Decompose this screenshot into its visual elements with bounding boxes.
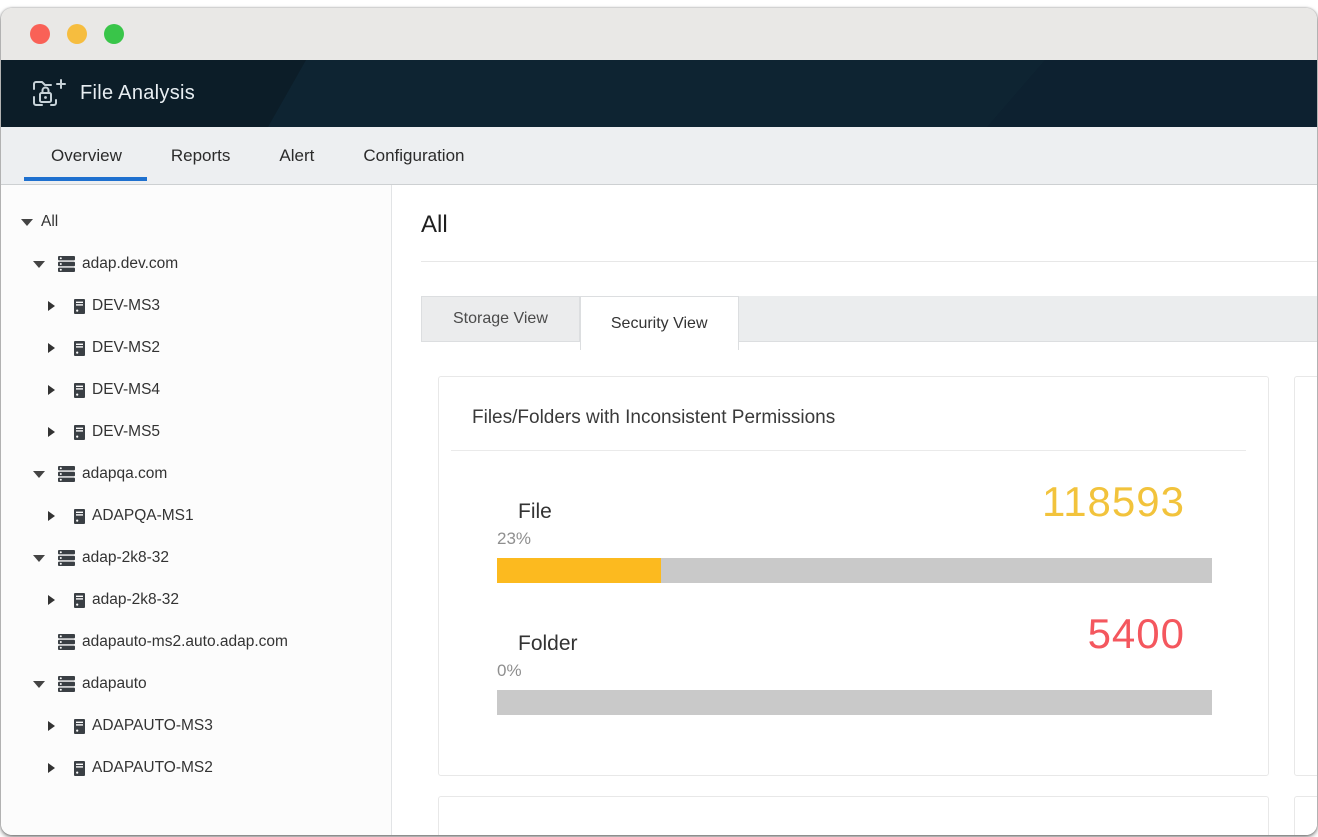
tree-item-label: ADAPQA-MS1 [92, 507, 194, 525]
window-minimize-button[interactable] [67, 24, 87, 44]
tree-item-label: adap-2k8-32 [82, 549, 169, 567]
inconsistent-permissions-card: Files/Folders with Inconsistent Permissi… [438, 376, 1269, 776]
server-icon [74, 341, 85, 356]
tree-item-adap-2k8-32[interactable]: adap-2k8-32 [1, 537, 391, 579]
tree-item-dev-ms5[interactable]: DEV-MS5 [1, 411, 391, 453]
bottom-card-clipped [438, 796, 1269, 835]
adjacent-card-clipped [1294, 376, 1317, 776]
caret-right-icon[interactable] [48, 427, 61, 437]
caret-right-icon[interactable] [48, 763, 61, 773]
domain-icon [58, 634, 75, 650]
domain-icon [58, 256, 75, 272]
server-icon [74, 383, 85, 398]
metric-percent-label: 0% [497, 661, 1212, 681]
caret-down-icon[interactable] [33, 555, 46, 562]
window-close-button[interactable] [30, 24, 50, 44]
caret-right-icon[interactable] [48, 301, 61, 311]
caret-down-icon[interactable] [33, 681, 46, 688]
tree-item-all[interactable]: All [1, 201, 391, 243]
server-icon [74, 719, 85, 734]
metrics-list: File 118593 23% Folder 5400 0% [439, 481, 1268, 715]
tree-item-label: ADAPAUTO-MS3 [92, 717, 213, 735]
tree-item-label: adapauto [82, 675, 147, 693]
server-icon [74, 593, 85, 608]
metric-value: 118593 [1042, 481, 1185, 523]
tree-item-label: adapqa.com [82, 465, 167, 483]
domain-icon [58, 676, 75, 692]
metric-folder: Folder 5400 0% [439, 613, 1268, 715]
tree-item-label: All [41, 213, 58, 231]
tree-item-label: DEV-MS2 [92, 339, 160, 357]
window-maximize-button[interactable] [104, 24, 124, 44]
nav-item-alert[interactable]: Alert [279, 127, 314, 184]
card-title: Files/Folders with Inconsistent Permissi… [472, 407, 1246, 428]
tree-item-adapauto-ms2.auto.adap.com[interactable]: adapauto-ms2.auto.adap.com [1, 621, 391, 663]
tree-item-adapauto-ms2[interactable]: ADAPAUTO-MS2 [1, 747, 391, 789]
tree-item-dev-ms3[interactable]: DEV-MS3 [1, 285, 391, 327]
metric-value: 5400 [1088, 613, 1185, 655]
main-content: All Storage ViewSecurity View Files/Fold… [392, 185, 1317, 835]
metric-percent-label: 23% [497, 529, 1212, 549]
caret-down-icon[interactable] [21, 219, 34, 226]
caret-right-icon[interactable] [48, 721, 61, 731]
tabstrip-filler [739, 296, 1317, 342]
tab-security-view[interactable]: Security View [580, 296, 739, 350]
tree-item-label: adap-2k8-32 [92, 591, 179, 609]
caret-right-icon[interactable] [48, 595, 61, 605]
server-icon [74, 425, 85, 440]
screen: File Analysis Overview Reports Alert Config… [0, 0, 1318, 837]
metric-progress-bar [497, 690, 1212, 715]
tree-item-adap-2k8-32[interactable]: adap-2k8-32 [1, 579, 391, 621]
sidebar-tree-panel: All adap.dev.com DEV-MS3 DEV-MS2 DEV-MS4 DEV-… [1, 185, 392, 835]
resource-tree: All adap.dev.com DEV-MS3 DEV-MS2 DEV-MS4 DEV-… [1, 185, 391, 789]
metric-progress-bar [497, 558, 1212, 583]
server-icon [74, 761, 85, 776]
domain-icon [58, 550, 75, 566]
app-window: File Analysis Overview Reports Alert Config… [1, 8, 1317, 835]
metric-label: File [518, 500, 552, 523]
caret-right-icon[interactable] [48, 385, 61, 395]
tree-item-label: DEV-MS3 [92, 297, 160, 315]
nav-item-configuration[interactable]: Configuration [363, 127, 464, 184]
metric-label: Folder [518, 632, 578, 655]
app-title: File Analysis [80, 82, 195, 105]
tree-item-adapqa.com[interactable]: adapqa.com [1, 453, 391, 495]
card-divider [451, 450, 1246, 451]
tree-item-dev-ms2[interactable]: DEV-MS2 [1, 327, 391, 369]
caret-down-icon[interactable] [33, 471, 46, 478]
bottom-adjacent-card-clipped [1294, 796, 1317, 835]
tree-item-adapqa-ms1[interactable]: ADAPQA-MS1 [1, 495, 391, 537]
caret-right-icon[interactable] [48, 343, 61, 353]
view-tabstrip: Storage ViewSecurity View [421, 296, 1317, 342]
title-divider [421, 261, 1317, 262]
tree-item-label: DEV-MS5 [92, 423, 160, 441]
primary-nav: Overview Reports Alert Configuration [1, 127, 1317, 185]
metric-progress-fill [497, 558, 661, 583]
page-title: All [421, 211, 1317, 239]
tree-item-adap.dev.com[interactable]: adap.dev.com [1, 243, 391, 285]
app-header: File Analysis [1, 60, 1317, 127]
caret-right-icon[interactable] [48, 511, 61, 521]
tree-item-label: adapauto-ms2.auto.adap.com [82, 633, 288, 651]
tree-item-label: ADAPAUTO-MS2 [92, 759, 213, 777]
server-icon [74, 299, 85, 314]
caret-down-icon[interactable] [33, 261, 46, 268]
metric-file: File 118593 23% [439, 481, 1268, 583]
server-icon [74, 509, 85, 524]
window-titlebar [1, 8, 1317, 60]
tree-item-label: adap.dev.com [82, 255, 178, 273]
tree-item-adapauto-ms3[interactable]: ADAPAUTO-MS3 [1, 705, 391, 747]
folder-lock-plus-icon [31, 78, 67, 110]
nav-item-overview[interactable]: Overview [51, 127, 122, 184]
tab-storage-view[interactable]: Storage View [421, 296, 580, 342]
tree-item-dev-ms4[interactable]: DEV-MS4 [1, 369, 391, 411]
tree-item-label: DEV-MS4 [92, 381, 160, 399]
tree-item-adapauto[interactable]: adapauto [1, 663, 391, 705]
nav-item-reports[interactable]: Reports [171, 127, 231, 184]
domain-icon [58, 466, 75, 482]
